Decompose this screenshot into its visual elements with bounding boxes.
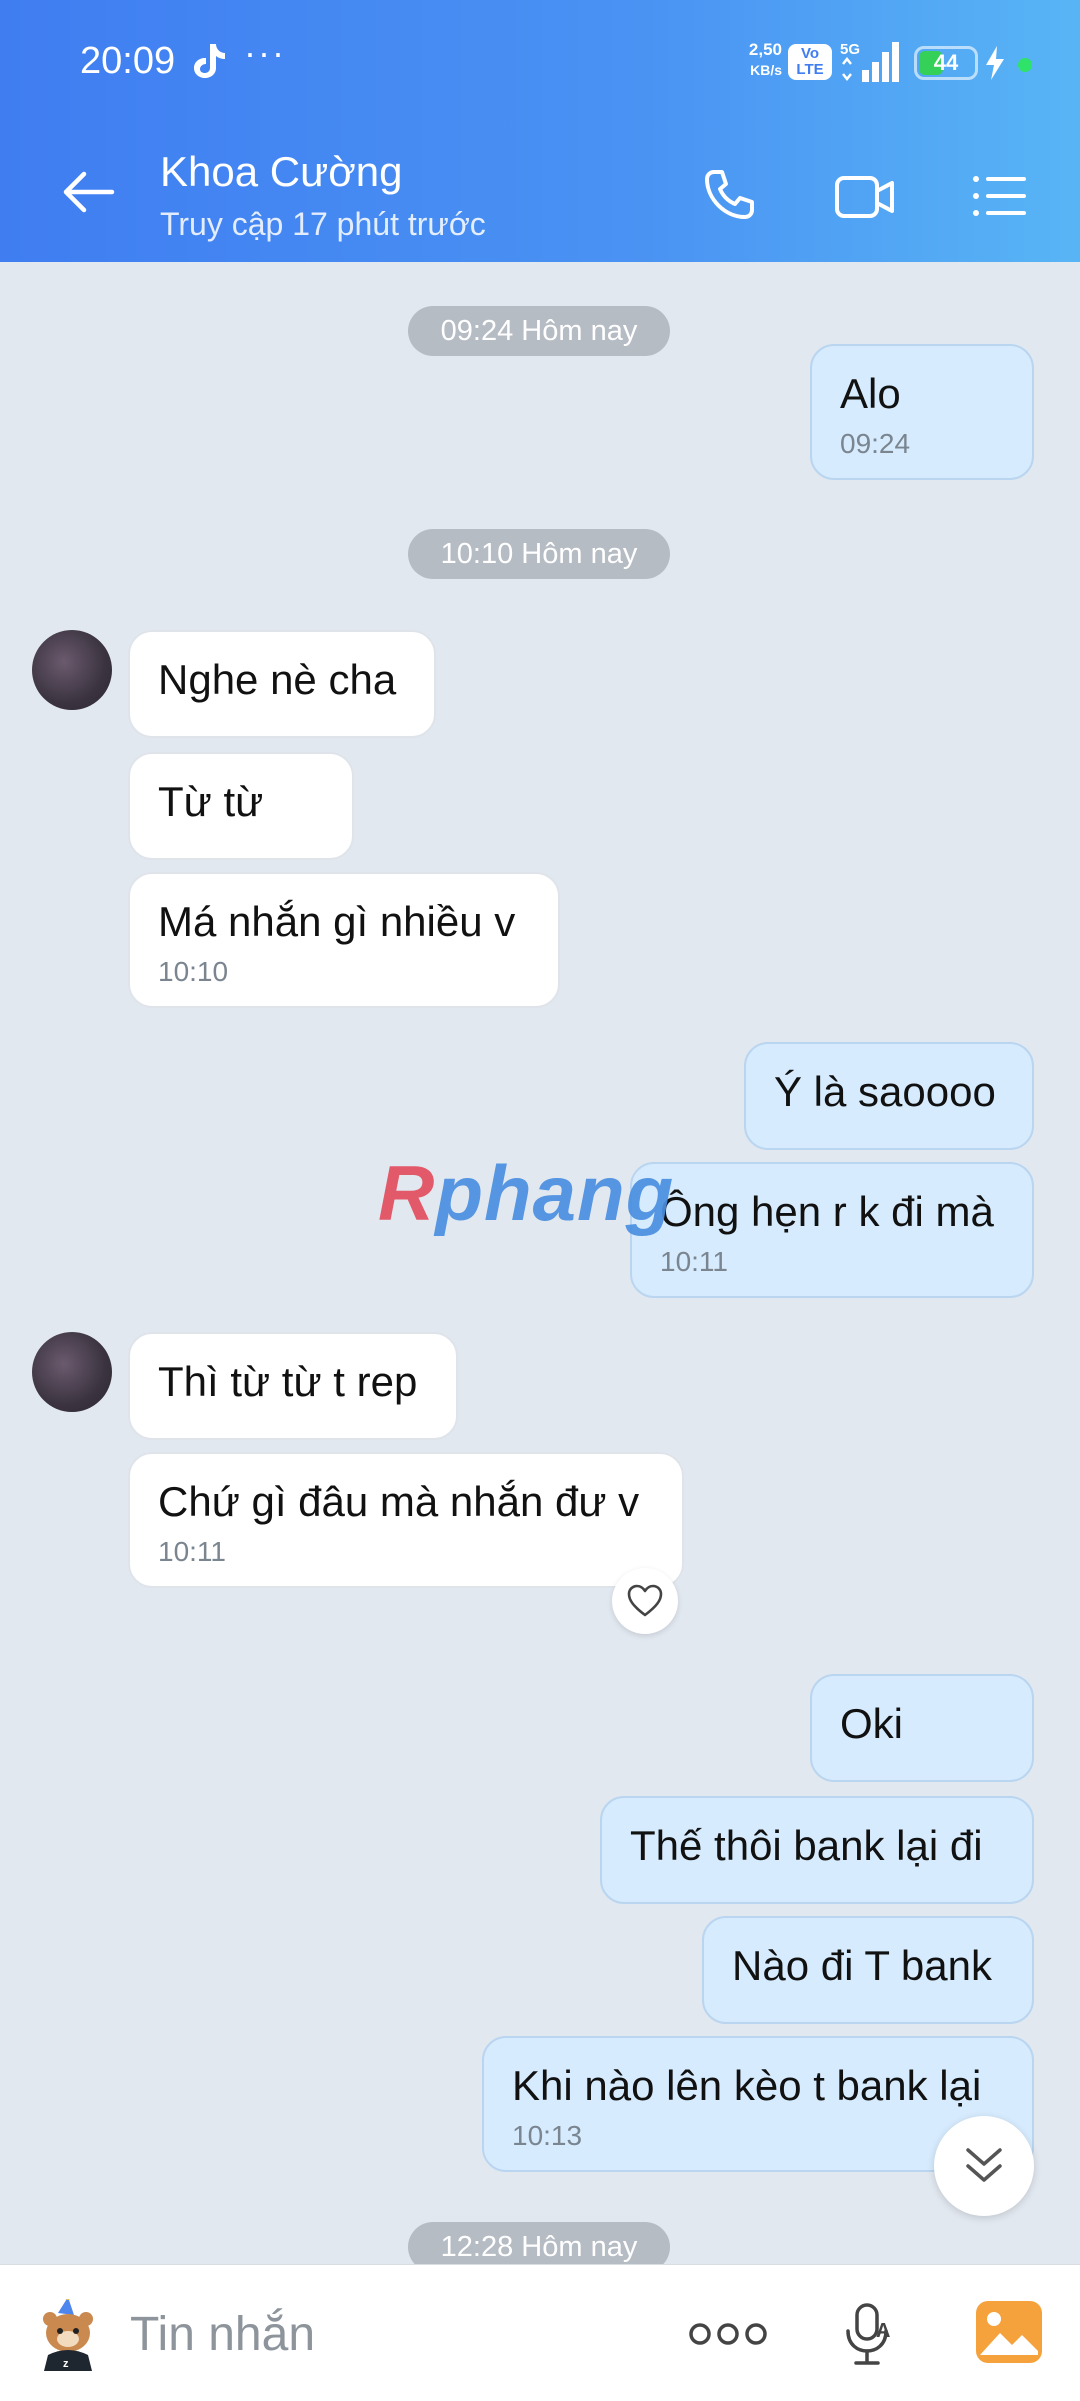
status-time: 20:09 [80,40,176,82]
message-bubble-incoming[interactable]: Má nhắn gì nhiều v 10:10 [128,872,560,1008]
options-menu-icon[interactable] [972,174,1028,218]
contact-last-seen: Truy cập 17 phút trước [160,206,486,242]
volte-line2: LTE [796,61,824,78]
contact-avatar[interactable] [32,630,112,710]
privacy-indicator-dot [1018,58,1032,72]
message-text: Nghe nè cha [158,656,397,703]
scroll-to-bottom-button[interactable] [934,2116,1034,2216]
battery-indicator: 44 [914,46,978,80]
time-divider: 10:10 Hôm nay [408,529,670,579]
contact-name[interactable]: Khoa Cường [160,148,402,196]
message-text: Thì từ từ t rep [158,1358,418,1405]
time-divider: 09:24 Hôm nay [408,306,670,356]
message-input[interactable] [128,2295,652,2373]
message-bubble-incoming[interactable]: Chứ gì đâu mà nhắn đư v 10:11 [128,1452,684,1588]
react-heart-button[interactable] [612,1568,678,1634]
network-speed-value: 2,50 [748,40,782,59]
message-text: Khi nào lên kèo t bank lại [512,2062,982,2109]
message-time: 10:11 [158,1536,226,1567]
notification-more-icon: ··· [244,32,286,73]
voice-to-text-mic-icon[interactable]: A [842,2301,898,2369]
watermark-logo: Rphang [378,1148,674,1239]
watermark-rest: phang [435,1149,675,1237]
svg-text:A: A [876,2320,890,2342]
video-call-icon[interactable] [834,174,896,220]
more-options-icon[interactable] [688,2319,768,2349]
message-bubble-outgoing[interactable]: Ông hẹn r k đi mà 10:11 [630,1162,1034,1298]
message-input-bar: z A [0,2264,1080,2401]
message-time: 10:13 [512,2120,583,2151]
network-speed-unit: KB/s [750,62,782,78]
gallery-image-icon[interactable] [974,2299,1044,2365]
message-text: Từ từ [158,778,264,825]
message-time: 10:10 [158,956,229,987]
status-bar: 20:09 ··· 2,50 KB/s Vo LTE 5G 44 [0,0,1080,130]
double-chevron-down-icon [966,2148,1002,2182]
message-bubble-outgoing[interactable]: Oki [810,1674,1034,1782]
sticker-icon[interactable]: z [34,2299,104,2371]
tiktok-icon [194,44,225,78]
message-bubble-outgoing[interactable]: Alo 09:24 [810,344,1034,480]
message-text: Thế thôi bank lại đi [630,1822,983,1869]
message-bubble-incoming[interactable]: Thì từ từ t rep [128,1332,458,1440]
message-text: Oki [840,1700,903,1747]
heart-icon [627,1584,663,1617]
network-type-label: 5G [840,41,860,58]
message-bubble-outgoing[interactable]: Nào đi T bank [702,1916,1034,2024]
message-bubble-incoming[interactable]: Nghe nè cha [128,630,436,738]
message-time: 09:24 [840,428,911,459]
message-bubble-incoming[interactable]: Từ từ [128,752,354,860]
charging-icon [986,46,1004,80]
back-arrow-icon[interactable] [60,168,116,216]
chat-header: 20:09 ··· 2,50 KB/s Vo LTE 5G 44 Khoa Cư… [0,0,1080,262]
message-text: Nào đi T bank [732,1942,992,1989]
message-time: 10:11 [660,1246,728,1277]
battery-level: 44 [933,50,959,75]
phone-call-icon[interactable] [700,168,756,224]
message-bubble-outgoing[interactable]: Ý là saoooo [744,1042,1034,1150]
svg-text:z: z [63,2358,69,2370]
signal-icon: 5G [840,41,899,82]
message-text: Má nhắn gì nhiều v [158,898,516,945]
volte-badge: Vo LTE [788,44,832,80]
message-text: Alo [840,370,901,417]
contact-avatar[interactable] [32,1332,112,1412]
watermark-first: R [378,1149,436,1237]
message-text: Chứ gì đâu mà nhắn đư v [158,1478,640,1525]
message-bubble-outgoing[interactable]: Thế thôi bank lại đi [600,1796,1034,1904]
message-text: Ông hẹn r k đi mà [660,1188,994,1235]
volte-line1: Vo [800,45,820,62]
message-text: Ý là saoooo [774,1068,996,1115]
network-speed: 2,50 KB/s [734,40,782,80]
